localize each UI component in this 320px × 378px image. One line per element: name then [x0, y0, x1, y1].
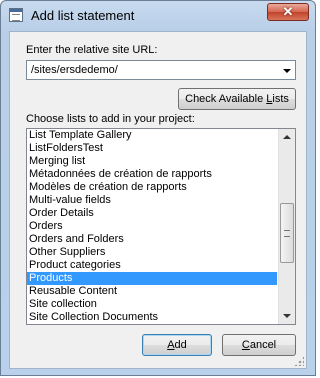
list-item[interactable]: Modèles de création de rapports	[27, 181, 277, 194]
check-button-label-start: Check Available	[185, 93, 267, 105]
chevron-down-icon[interactable]	[283, 69, 291, 73]
lists-listbox[interactable]: List Template Gallery ListFoldersTest Merg…	[26, 128, 296, 325]
site-url-value[interactable]: /sites/ersdedemo/	[31, 64, 118, 76]
scrollbar-thumb[interactable]	[280, 203, 294, 263]
cancel-button-accelerator: C	[241, 339, 250, 351]
list-item[interactable]: ListFoldersTest	[27, 142, 277, 155]
lists-items-container: List Template Gallery ListFoldersTest Merg…	[27, 129, 277, 324]
list-item[interactable]: Reusable Content	[27, 285, 277, 298]
check-button-label-end: ists	[272, 93, 289, 105]
title-bar[interactable]: Add list statement ✕	[1, 1, 315, 31]
dialog-client-area: Enter the relative site URL: /sites/ersd…	[9, 31, 307, 369]
add-button-accelerator: A	[167, 339, 175, 351]
dialog-window: Add list statement ✕ Enter the relative …	[0, 0, 316, 376]
list-item[interactable]: Products	[27, 272, 277, 285]
cancel-button[interactable]: Cancel	[222, 334, 296, 356]
list-item[interactable]: Métadonnées de création de rapports	[27, 168, 277, 181]
lists-label: Choose lists to add in your project:	[26, 113, 195, 125]
list-item[interactable]: Orders	[27, 220, 277, 233]
list-item[interactable]: Merging list	[27, 155, 277, 168]
window-app-icon	[9, 8, 23, 22]
list-item[interactable]: Site Collection Documents	[27, 311, 277, 324]
vertical-scrollbar[interactable]	[278, 129, 295, 324]
check-available-lists-button[interactable]: Check Available Lists	[178, 88, 296, 110]
window-title: Add list statement	[31, 8, 135, 23]
list-item[interactable]: Multi-value fields	[27, 194, 277, 207]
add-button-label: dd	[174, 339, 187, 351]
list-item[interactable]: Site collection	[27, 298, 277, 311]
scroll-down-arrow-icon[interactable]	[279, 308, 295, 324]
list-item[interactable]: Order Details	[27, 207, 277, 220]
list-item[interactable]: Other Suppliers	[27, 246, 277, 259]
close-button[interactable]: ✕	[267, 3, 309, 21]
site-url-combobox[interactable]: /sites/ersdedemo/	[26, 60, 296, 80]
list-item[interactable]: Orders and Folders	[27, 233, 277, 246]
add-button[interactable]: Add	[142, 334, 212, 356]
resize-grip-icon[interactable]	[294, 356, 304, 366]
list-item[interactable]: Product categories	[27, 259, 277, 272]
site-url-label: Enter the relative site URL:	[26, 44, 158, 56]
scroll-up-arrow-icon[interactable]	[279, 129, 295, 145]
list-item[interactable]: List Template Gallery	[27, 129, 277, 142]
close-icon: ✕	[282, 4, 294, 19]
cancel-button-label: ancel	[249, 339, 277, 351]
